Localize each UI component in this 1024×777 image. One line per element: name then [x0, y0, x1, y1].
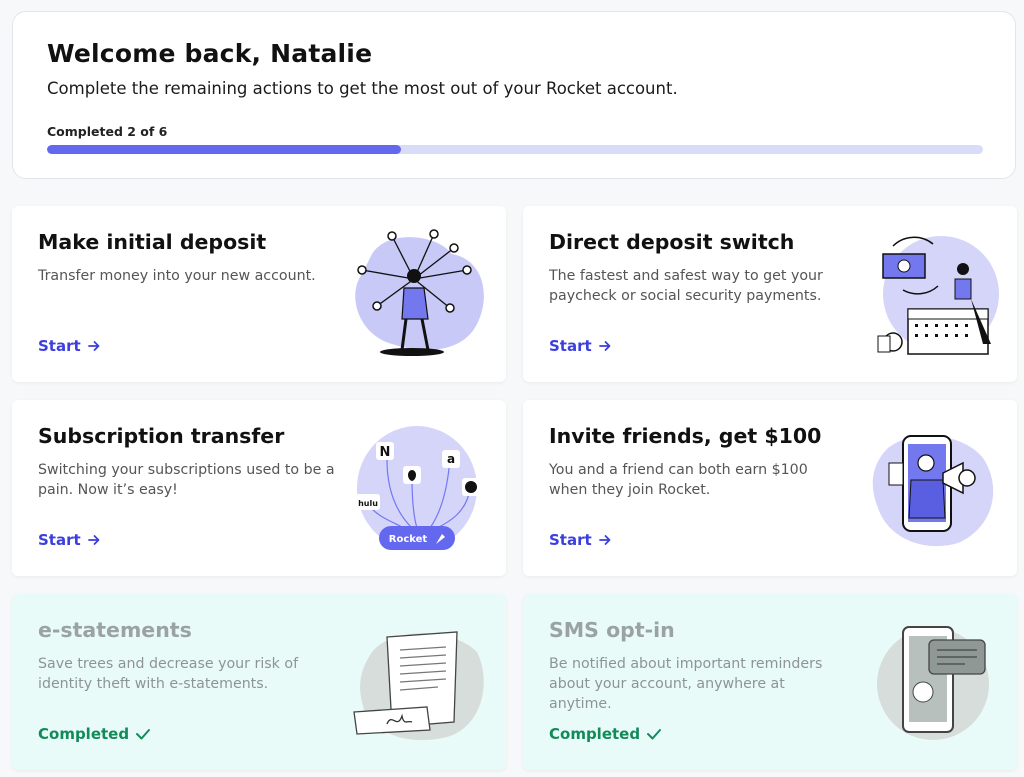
card-sms-opt-in: SMS opt-in Be notified about important r… [523, 594, 1017, 770]
card-description: You and a friend can both earn $100 when… [549, 462, 808, 498]
start-button[interactable]: Start [38, 337, 101, 355]
subscriptions-illustration: N a hulu Rocket [356, 426, 480, 550]
card-e-statements: e-statements Save trees and decrease you… [12, 594, 506, 770]
start-label: Start [38, 337, 81, 355]
welcome-panel: Welcome back, Natalie Complete the remai… [12, 11, 1016, 179]
start-label: Start [549, 337, 592, 355]
checkmark-icon [647, 729, 662, 740]
card-description: The fastest and safest way to get your p… [549, 268, 823, 304]
card-invite-friends: Invite friends, get $100 You and a frien… [523, 400, 1017, 576]
welcome-subtitle: Complete the remaining actions to get th… [47, 79, 678, 98]
rocket-pill-label: Rocket [389, 534, 428, 545]
card-description: Be notified about important reminders ab… [549, 656, 823, 712]
phone-megaphone-illustration [872, 435, 994, 547]
phone-message-illustration [877, 626, 989, 740]
network-person-illustration [355, 229, 484, 356]
card-description: Save trees and decrease your risk of ide… [38, 656, 299, 692]
start-button[interactable]: Start [38, 531, 101, 549]
page-title: Welcome back, Natalie [47, 39, 373, 68]
completed-label: Completed [38, 725, 130, 743]
card-title: Invite friends, get $100 [549, 424, 822, 448]
card-description: Transfer money into your new account. [38, 268, 316, 284]
calendar-paycheck-illustration [877, 236, 999, 355]
arrow-right-icon [87, 535, 100, 545]
amazon-logo: a [447, 452, 455, 466]
checkmark-icon [136, 729, 151, 740]
document-signature-illustration [353, 631, 484, 741]
card-title: Subscription transfer [38, 424, 285, 448]
completed-label: Completed [549, 725, 641, 743]
card-title: SMS opt-in [549, 618, 675, 642]
card-title: Make initial deposit [38, 230, 267, 254]
card-subscription-transfer: Subscription transfer Switching your sub… [12, 400, 506, 576]
start-label: Start [549, 531, 592, 549]
arrow-right-icon [598, 535, 611, 545]
start-button[interactable]: Start [549, 531, 612, 549]
spotify-icon [465, 481, 477, 493]
arrow-right-icon [87, 341, 100, 351]
card-title: Direct deposit switch [549, 230, 795, 254]
card-description: Switching your subscriptions used to be … [38, 462, 335, 498]
start-button[interactable]: Start [549, 337, 612, 355]
completed-status: Completed [549, 725, 662, 743]
progress-bar-fill [47, 145, 401, 154]
card-initial-deposit: Make initial deposit Transfer money into… [12, 206, 506, 382]
start-label: Start [38, 531, 81, 549]
hulu-logo: hulu [358, 499, 378, 508]
card-title: e-statements [38, 618, 192, 642]
completed-status: Completed [38, 725, 151, 743]
card-direct-deposit: Direct deposit switch The fastest and sa… [523, 206, 1017, 382]
progress-bar [47, 145, 983, 154]
netflix-logo: N [380, 445, 391, 460]
arrow-right-icon [598, 341, 611, 351]
progress-label: Completed 2 of 6 [47, 124, 168, 139]
